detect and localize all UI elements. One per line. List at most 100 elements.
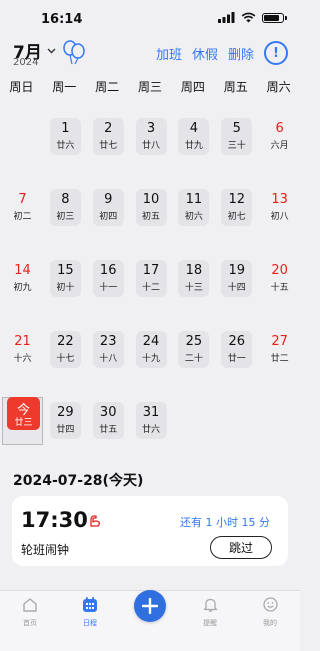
calendar-day[interactable]: 22 十七 (49, 331, 81, 368)
calendar-day[interactable]: 11 初六 (178, 189, 210, 226)
day-number: 14 (14, 263, 31, 278)
plus-icon (142, 598, 158, 614)
bell-icon (203, 598, 217, 612)
lunar-date: 廿六 (142, 425, 161, 435)
day-number: 16 (99, 263, 117, 278)
lunar-date: 初八 (270, 212, 289, 222)
calendar-day[interactable]: 23 十八 (92, 331, 124, 368)
calendar-day[interactable]: 29 廿四 (49, 402, 81, 439)
calendar-day[interactable]: 26 廿一 (221, 331, 253, 368)
chevron-down-icon (47, 48, 56, 53)
calendar-day[interactable]: 4 廿九 (178, 118, 210, 155)
day-number: 1 (61, 121, 70, 136)
flexed-arm-icon (90, 515, 100, 527)
calendar-day[interactable]: 2 廿七 (92, 118, 124, 155)
calendar-day[interactable]: 20 十五 (264, 260, 295, 297)
calendar-cell (171, 402, 214, 473)
day-number: 19 (228, 263, 246, 278)
day-number: 30 (99, 405, 117, 420)
skip-button[interactable]: 跳过 (210, 536, 272, 559)
calendar-cell: 26 廿一 (214, 331, 257, 402)
calendar-day[interactable]: 25 二十 (178, 331, 210, 368)
calendar-day[interactable]: 5 三十 (221, 118, 253, 155)
calendar-cell: 27 廿二 (257, 331, 300, 402)
tab-profile[interactable]: 我的 (245, 597, 295, 628)
day-number: 26 (228, 334, 246, 349)
header-actions: 加班 休假 删除 ! (156, 41, 288, 65)
calendar-day[interactable]: 6 六月 (264, 118, 295, 155)
lunar-date: 二十 (184, 354, 203, 364)
lunar-date: 十七 (56, 354, 75, 364)
alert-icon[interactable]: ! (264, 41, 288, 65)
lunar-date: 十五 (270, 283, 289, 293)
calendar-day[interactable]: 10 初五 (135, 189, 167, 226)
calendar-day[interactable]: 9 初四 (92, 189, 124, 226)
lunar-date: 初三 (56, 212, 75, 222)
calendar-day[interactable]: 19 十四 (221, 260, 253, 297)
add-button[interactable] (134, 590, 166, 622)
calendar-day[interactable]: 17 十二 (135, 260, 167, 297)
calendar-day[interactable]: 12 初七 (221, 189, 253, 226)
tab-label: 首页 (23, 619, 37, 627)
calendar-day[interactable]: 15 初十 (49, 260, 81, 297)
status-bar: 16:14 (0, 0, 300, 38)
leave-button[interactable]: 休假 (192, 44, 218, 63)
weekday-label: 周四 (180, 80, 205, 94)
today-selection-frame: 今廿三 (2, 397, 43, 445)
calendar-cell: 14 初九 (0, 260, 43, 331)
day-number: 21 (14, 334, 31, 349)
calendar-day[interactable]: 27 廿二 (264, 331, 295, 368)
day-number: 23 (99, 334, 117, 349)
calendar-day[interactable]: 3 廿八 (135, 118, 167, 155)
calendar-day[interactable]: 24 十九 (135, 331, 167, 368)
balloon-icon[interactable] (62, 40, 86, 66)
calendar-day[interactable]: 14 初九 (7, 260, 38, 297)
calendar-day[interactable]: 31 廿六 (135, 402, 167, 439)
lunar-date: 廿五 (99, 425, 118, 435)
day-number: 10 (142, 192, 160, 207)
calendar-day[interactable]: 30 廿五 (92, 402, 124, 439)
calendar-day[interactable]: 18 十三 (178, 260, 210, 297)
tab-schedule[interactable]: 日程 (65, 597, 115, 628)
calendar-cell: 16 十一 (86, 260, 129, 331)
calendar-day[interactable]: 7 初二 (7, 189, 38, 226)
lunar-date: 十九 (142, 354, 161, 364)
calendar-day[interactable]: 8 初三 (49, 189, 81, 226)
alarm-card[interactable]: 17:30 还有 1 小时 15 分 轮班闹钟 跳过 (12, 496, 288, 566)
calendar-day[interactable]: 13 初八 (264, 189, 295, 226)
lunar-date: 六月 (270, 141, 289, 151)
calendar-cell (0, 118, 43, 189)
calendar-cell: 30 廿五 (86, 402, 129, 473)
day-number: 31 (142, 405, 160, 420)
day-number: 24 (142, 334, 160, 349)
alarm-time: 17:30 (21, 508, 88, 532)
calendar-cell: 18 十三 (171, 260, 214, 331)
calendar-day-today[interactable]: 今廿三 (7, 397, 40, 430)
lunar-date: 十二 (142, 283, 161, 293)
tab-bar: 首页 日程 提醒 我的 (0, 590, 300, 651)
calendar-cell: 1 廿六 (43, 118, 86, 189)
tab-home[interactable]: 首页 (5, 597, 55, 628)
calendar-day[interactable]: 21 十六 (7, 331, 38, 368)
calendar-day[interactable]: 16 十一 (92, 260, 124, 297)
calendar-cell: 5 三十 (214, 118, 257, 189)
day-number: 20 (271, 263, 288, 278)
alert-mark: ! (273, 45, 279, 61)
calendar-cell: 31 廿六 (129, 402, 172, 473)
lunar-date: 初十 (56, 283, 75, 293)
calendar-cell: 17 十二 (129, 260, 172, 331)
calendar-cell: 29 廿四 (43, 402, 86, 473)
tab-label: 日程 (83, 619, 97, 627)
home-icon (23, 598, 37, 612)
calendar-cell: 3 廿八 (129, 118, 172, 189)
tab-reminder[interactable]: 提醒 (185, 597, 235, 628)
lunar-date: 初二 (13, 212, 32, 222)
calendar-day[interactable]: 1 廿六 (49, 118, 81, 155)
calendar-cell: 8 初三 (43, 189, 86, 260)
day-number: 7 (18, 192, 27, 207)
calendar-cell: 2 廿七 (86, 118, 129, 189)
lunar-date: 初七 (227, 212, 246, 222)
overtime-button[interactable]: 加班 (156, 44, 182, 63)
delete-button[interactable]: 删除 (228, 44, 254, 63)
calendar-cell: 15 初十 (43, 260, 86, 331)
